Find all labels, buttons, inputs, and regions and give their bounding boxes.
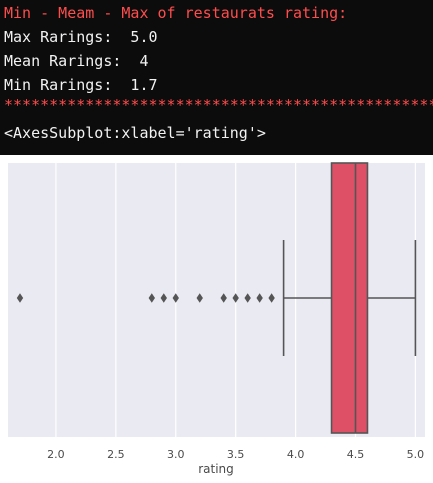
separator-line: ****************************************…	[4, 96, 433, 114]
iqr-box	[330, 162, 369, 434]
x-tick-label: 4.0	[287, 448, 305, 461]
x-tick-label: 4.5	[347, 448, 365, 461]
x-tick-label: 2.0	[47, 448, 65, 461]
min-rating-line: Min Rarings: 1.7	[4, 76, 158, 94]
x-tick-label: 3.5	[227, 448, 245, 461]
x-tick-label: 5.0	[407, 448, 425, 461]
axes-repr-line: <AxesSubplot:xlabel='rating'>	[4, 124, 266, 142]
x-axis-label: rating	[198, 462, 234, 476]
console-heading: Min - Meam - Max of restaurats rating:	[4, 4, 348, 22]
x-tick-label: 2.5	[107, 448, 125, 461]
boxplot-figure: 2.0 2.5 3.0 3.5 4.0 4.5 5.0 rating	[0, 155, 433, 479]
x-tick-labels: 2.0 2.5 3.0 3.5 4.0 4.5 5.0	[47, 448, 424, 461]
x-tick-label: 3.0	[167, 448, 185, 461]
max-rating-line: Max Rarings: 5.0	[4, 28, 158, 46]
console-output: Min - Meam - Max of restaurats rating: M…	[0, 0, 433, 155]
boxplot-svg: 2.0 2.5 3.0 3.5 4.0 4.5 5.0 rating	[8, 162, 425, 476]
mean-rating-line: Mean Rarings: 4	[4, 52, 149, 70]
